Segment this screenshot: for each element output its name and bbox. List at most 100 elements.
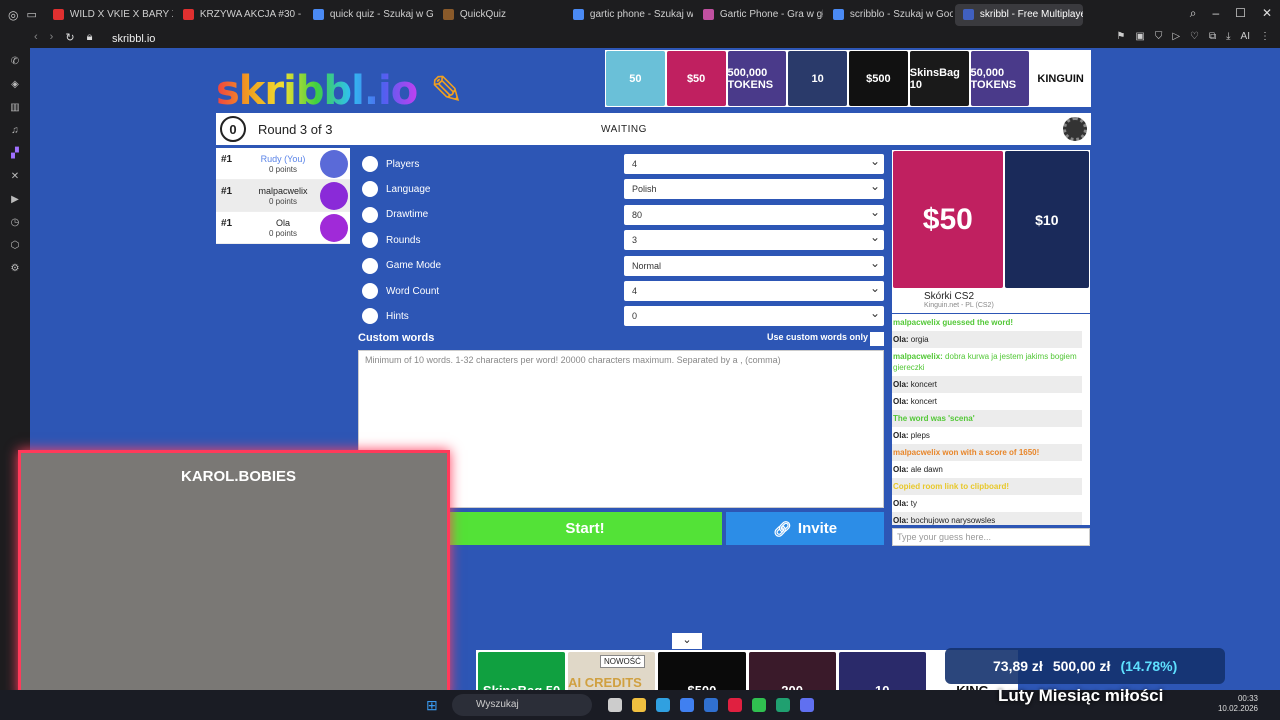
browser-tab[interactable]: Gartic Phone - Gra w głuc (695, 4, 823, 26)
ad-tile[interactable]: SkinsBag 10 (909, 51, 969, 106)
chat-text: koncert (910, 380, 938, 389)
spotify-icon[interactable] (752, 698, 766, 712)
bookmark-icon[interactable]: ⚑ (1116, 31, 1125, 42)
chat-message: Copied room link to clipboard! (892, 478, 1082, 495)
explorer-icon[interactable] (632, 698, 646, 712)
messenger-icon[interactable]: ✆ (11, 56, 19, 67)
ad-tile[interactable]: $10 (1004, 151, 1089, 288)
forward-icon[interactable]: › (50, 31, 54, 44)
tab-label: Gartic Phone - Gra w głuc (719, 9, 823, 20)
chat-system-text: malpacwelix guessed the word! (893, 318, 1014, 327)
back-icon[interactable]: ‹ (34, 31, 38, 44)
chat-text: ty (910, 499, 918, 508)
invite-button[interactable]: 🔗︎ Invite (726, 512, 884, 545)
outlook-icon[interactable] (704, 698, 718, 712)
guess-input[interactable]: Type your guess here... (892, 528, 1090, 546)
browser-tab[interactable]: gartic phone - Szukaj w G (565, 4, 693, 26)
ad-tile[interactable]: 50,000 TOKENS (970, 51, 1030, 106)
app-icon[interactable] (776, 698, 790, 712)
tab-label: KRZYWA AKCJA #30 - PR (199, 9, 303, 20)
wallet-icon[interactable]: ▥ (10, 102, 19, 113)
setting-select[interactable]: 0 (624, 306, 884, 327)
setting-row: Game Mode Normal (358, 255, 886, 277)
twitch-icon[interactable]: ▞ (11, 148, 19, 159)
task-view-icon[interactable] (608, 698, 622, 712)
download-icon[interactable]: ⤓ (1226, 31, 1230, 42)
ai-icon[interactable]: AI (1241, 31, 1250, 42)
setting-select[interactable]: 4 (624, 154, 884, 174)
stock-change: (14.78%) (1120, 658, 1178, 674)
browser-tab[interactable]: WILD X VKIE X BARY X KA (45, 4, 173, 26)
edge-icon[interactable] (656, 698, 670, 712)
chat-message: The word was 'scena' (892, 410, 1082, 427)
play-icon[interactable]: ▷ (1172, 31, 1180, 42)
ad-tile[interactable]: 500,000 TOKENS (727, 51, 787, 106)
chat-message: Ola: bochujowo narysowsles (892, 512, 1082, 525)
collapse-ad-chevron-icon[interactable]: ⌄ (672, 633, 702, 649)
player-row[interactable]: #1 malpacwelix 0 points (216, 180, 350, 212)
setting-select[interactable]: 3 (624, 230, 884, 251)
chat-text: orgia (910, 335, 929, 344)
ad-tile[interactable]: 10 (788, 51, 847, 106)
setting-select[interactable]: 4 (624, 281, 884, 301)
heart-icon[interactable]: ♡ (1190, 31, 1199, 42)
use-custom-words-checkbox[interactable] (870, 332, 884, 346)
setting-select[interactable]: Polish (624, 179, 884, 200)
chat-system-text: malpacwelix won with a score of 1650! (893, 448, 1040, 457)
setting-select[interactable]: 80 (624, 204, 884, 225)
ad-tile[interactable]: KINGUIN (1031, 51, 1090, 106)
browser-tab[interactable]: scribblo - Szukaj w Google (825, 4, 953, 26)
screenshot-icon[interactable]: ▣ (1135, 31, 1144, 42)
url-field[interactable]: skribbl.io (112, 33, 155, 45)
maximize-icon[interactable]: ☐ (1235, 6, 1246, 21)
music-icon[interactable]: ♫ (11, 125, 19, 136)
player-row[interactable]: #1 Ola 0 points (216, 212, 350, 244)
tab-label: QuickQuiz (459, 9, 507, 20)
chat-text: koncert (910, 397, 938, 406)
ad-tile[interactable]: 50 (606, 51, 665, 106)
custom-words-label: Custom words (358, 332, 435, 344)
lock-icon: 🔒︎ (86, 31, 93, 43)
workspaces-icon[interactable]: ▭ (26, 8, 36, 21)
setting-select[interactable]: Normal (624, 255, 884, 276)
discord-icon[interactable] (800, 698, 814, 712)
shield-icon[interactable]: ⛉ (1155, 31, 1163, 42)
history-icon[interactable]: ◷ (11, 217, 20, 228)
browser-tab[interactable]: KRZYWA AKCJA #30 - PR (175, 4, 303, 26)
invite-label: Invite (797, 520, 838, 537)
ad-tile[interactable]: $50 (893, 151, 1003, 288)
settings-icon[interactable]: ⚙ (11, 263, 20, 274)
reload-icon[interactable]: ↻ (65, 31, 74, 44)
cube-icon[interactable]: ⬡ (11, 240, 20, 251)
browser-tab[interactable]: QuickQuiz (435, 4, 563, 26)
ad-tile[interactable]: $50 (666, 51, 726, 106)
extensions-icon[interactable]: ⧉ (1209, 31, 1216, 42)
start-button[interactable]: Start! (448, 512, 722, 545)
taskbar-search[interactable]: Wyszukaj (452, 694, 592, 716)
search-tabs-icon[interactable]: ⌕ (1190, 6, 1197, 21)
browser-tab[interactable]: quick quiz - Szukaj w Goo (305, 4, 433, 26)
opera-icon[interactable] (728, 698, 742, 712)
store-icon[interactable] (680, 698, 694, 712)
link-icon: 🔗︎ (772, 520, 792, 538)
browser-tab[interactable]: skribbl - Free Multiplayer (954, 3, 1083, 26)
chat-system-text: Copied room link to clipboard! (893, 482, 1009, 491)
top-ad-banner[interactable]: 50 $50 500,000 TOKENS 10 $500 SkinsBag 10 50,0… (605, 50, 1091, 107)
taskbar-clock[interactable]: 00:33 10.02.2026 (1218, 694, 1258, 714)
player-row[interactable]: #1 Rudy (You) 0 points (216, 148, 350, 180)
setting-icon (362, 181, 378, 198)
ad-tile[interactable]: $500 (849, 51, 908, 106)
windows-start-icon[interactable]: ⊞ (426, 697, 438, 714)
player-icon[interactable]: ▶ (11, 194, 19, 205)
setting-icon (362, 206, 378, 223)
menu-icon[interactable]: ⋮ (1260, 31, 1270, 42)
chat-icon[interactable]: ◈ (11, 79, 19, 90)
browser-menu-icon[interactable]: ◎ (8, 8, 18, 22)
close-icon[interactable]: ✕ (1262, 6, 1272, 21)
setting-icon (362, 308, 378, 325)
settings-gear-icon[interactable] (1063, 117, 1087, 141)
x-icon[interactable]: ✕ (11, 171, 19, 182)
minimize-icon[interactable]: – (1212, 6, 1219, 21)
right-ad-banner[interactable]: $50 $10 (892, 150, 1090, 289)
ad-sponsor[interactable]: Skórki CS2 Kinguin.net - PL (CS2) (892, 289, 1090, 313)
